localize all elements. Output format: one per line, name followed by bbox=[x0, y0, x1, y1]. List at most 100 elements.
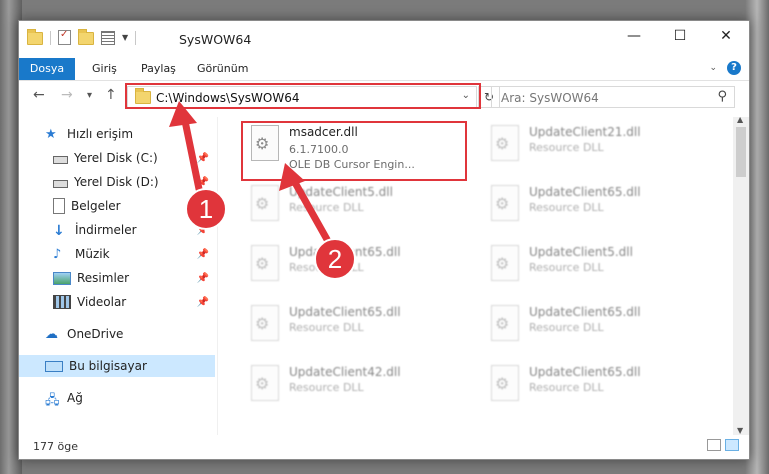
file-name: UpdateClient65.dll bbox=[529, 305, 641, 319]
dll-file-icon bbox=[491, 125, 519, 161]
vertical-scrollbar[interactable]: ▲ ▼ bbox=[733, 115, 749, 435]
pin-icon[interactable]: 📌 bbox=[197, 177, 209, 188]
file-item[interactable]: UpdateClient65.dll Resource DLL bbox=[485, 183, 685, 237]
file-item-highlighted[interactable]: msadcer.dll 6.1.7100.0 OLE DB Cursor Eng… bbox=[245, 123, 445, 177]
sidebar-item-label: Bu bilgisayar bbox=[69, 359, 147, 373]
pictures-icon bbox=[53, 271, 71, 285]
help-icon[interactable]: ? bbox=[727, 61, 741, 75]
video-icon bbox=[53, 295, 71, 309]
dll-file-icon bbox=[491, 245, 519, 281]
sidebar-item-label: İndirmeler bbox=[75, 223, 137, 237]
sidebar-item-label: OneDrive bbox=[67, 327, 124, 341]
pin-icon[interactable]: 📌 bbox=[197, 249, 209, 260]
dll-file-icon bbox=[251, 125, 279, 161]
recent-locations-button[interactable]: ▾ bbox=[87, 90, 92, 101]
pin-icon[interactable]: 📌 bbox=[197, 201, 209, 212]
sidebar-item-onedrive[interactable]: ☁ OneDrive bbox=[19, 323, 215, 345]
minimize-button[interactable]: — bbox=[611, 21, 657, 51]
divider bbox=[135, 30, 137, 45]
title-bar: ▼ SysWOW64 — ☐ ✕ bbox=[19, 21, 749, 58]
file-name: UpdateClient65.dll bbox=[529, 365, 641, 379]
divider bbox=[50, 30, 51, 45]
pin-icon[interactable]: 📌 bbox=[197, 225, 209, 236]
search-placeholder[interactable]: Ara: SysWOW64 bbox=[501, 91, 599, 105]
pin-icon[interactable]: 📌 bbox=[197, 297, 209, 308]
sidebar-item-documents[interactable]: Belgeler 📌 bbox=[19, 195, 215, 217]
tab-view[interactable]: Görünüm bbox=[197, 58, 248, 80]
dll-file-icon bbox=[251, 365, 279, 401]
back-button[interactable]: ← bbox=[33, 87, 45, 103]
sidebar-item-pictures[interactable]: Resimler 📌 bbox=[19, 267, 215, 289]
explorer-window: ▼ SysWOW64 — ☐ ✕ Dosya Giriş Paylaş Görü… bbox=[18, 20, 750, 460]
drive-icon bbox=[53, 180, 68, 188]
file-item[interactable]: UpdateClient5.dll Resource DLL bbox=[245, 183, 445, 237]
scrollbar-thumb[interactable] bbox=[736, 127, 746, 177]
ribbon-tabs: Dosya Giriş Paylaş Görünüm ⌄ ? bbox=[19, 58, 749, 81]
download-icon: ↓ bbox=[53, 223, 65, 239]
forward-button[interactable]: → bbox=[61, 87, 73, 103]
file-type: Resource DLL bbox=[289, 381, 364, 394]
file-item[interactable]: UpdateClient42.dll Resource DLL bbox=[245, 363, 445, 417]
sidebar-item-network[interactable]: 🖧 Ağ bbox=[19, 387, 215, 409]
maximize-button[interactable]: ☐ bbox=[657, 21, 703, 51]
sidebar-item-drive-d[interactable]: Yerel Disk (D:) 📌 bbox=[19, 171, 215, 193]
file-type: Resource DLL bbox=[529, 201, 604, 214]
sidebar-item-drive-c[interactable]: Yerel Disk (C:) 📌 bbox=[19, 147, 215, 169]
file-name: UpdateClient65.dll bbox=[529, 185, 641, 199]
dll-file-icon bbox=[251, 245, 279, 281]
new-folder-icon[interactable] bbox=[78, 29, 94, 45]
file-type: Resource DLL bbox=[289, 261, 364, 274]
tiles-view-icon[interactable] bbox=[725, 439, 739, 451]
file-name: msadcer.dll bbox=[289, 125, 358, 139]
sidebar-item-downloads[interactable]: ↓ İndirmeler 📌 bbox=[19, 219, 215, 241]
star-icon: ★ bbox=[45, 127, 57, 142]
properties-icon[interactable] bbox=[101, 30, 115, 45]
file-name: UpdateClient5.dll bbox=[529, 245, 633, 259]
up-button[interactable]: ↑ bbox=[105, 87, 117, 103]
details-view-icon[interactable] bbox=[707, 439, 721, 451]
file-version: 6.1.7100.0 bbox=[289, 143, 349, 156]
file-item[interactable]: UpdateClient65.dll Resource DLL bbox=[485, 363, 685, 417]
computer-icon bbox=[45, 361, 63, 372]
dll-file-icon bbox=[491, 185, 519, 221]
navigation-pane: ★ Hızlı erişim Yerel Disk (C:) 📌 Yerel D… bbox=[19, 117, 215, 435]
pin-icon[interactable]: 📌 bbox=[197, 153, 209, 164]
file-item[interactable]: UpdateClient65.dll Resource DLL bbox=[485, 303, 685, 357]
file-name: UpdateClient65.dll bbox=[289, 305, 401, 319]
search-box[interactable]: Ara: SysWOW64 ⚲ bbox=[491, 86, 735, 108]
pin-icon[interactable]: 📌 bbox=[197, 273, 209, 284]
file-item[interactable]: UpdateClient65.dll Resource DLL bbox=[245, 243, 445, 297]
close-button[interactable]: ✕ bbox=[703, 21, 749, 51]
sidebar-item-label: Hızlı erişim bbox=[67, 127, 134, 141]
tab-file[interactable]: Dosya bbox=[19, 58, 75, 80]
tab-home[interactable]: Giriş bbox=[92, 58, 117, 80]
file-name: UpdateClient5.dll bbox=[289, 185, 393, 199]
scroll-down-icon[interactable]: ▼ bbox=[737, 426, 743, 435]
folder-icon bbox=[27, 29, 43, 45]
sidebar-item-label: Videolar bbox=[77, 295, 127, 309]
sidebar-item-quick-access[interactable]: ★ Hızlı erişim bbox=[19, 123, 215, 145]
scroll-up-icon[interactable]: ▲ bbox=[737, 115, 743, 124]
item-count: 177 öge bbox=[33, 440, 78, 453]
sidebar-item-music[interactable]: ♪ Müzik 📌 bbox=[19, 243, 215, 265]
sidebar-item-label: Yerel Disk (D:) bbox=[74, 175, 159, 189]
sidebar-item-this-pc[interactable]: Bu bilgisayar bbox=[19, 355, 215, 377]
cloud-icon: ☁ bbox=[45, 327, 58, 342]
properties-check-icon[interactable] bbox=[58, 29, 71, 45]
expand-ribbon-chevron-icon[interactable]: ⌄ bbox=[709, 63, 717, 73]
file-list: msadcer.dll 6.1.7100.0 OLE DB Cursor Eng… bbox=[223, 117, 733, 435]
search-icon[interactable]: ⚲ bbox=[717, 89, 727, 104]
dll-file-icon bbox=[491, 365, 519, 401]
tab-share[interactable]: Paylaş bbox=[141, 58, 176, 80]
sidebar-item-label: Müzik bbox=[75, 247, 110, 261]
customize-toolbar-chevron-icon[interactable]: ▼ bbox=[122, 33, 128, 42]
file-item[interactable]: UpdateClient5.dll Resource DLL bbox=[485, 243, 685, 297]
dll-file-icon bbox=[491, 305, 519, 341]
file-item[interactable]: UpdateClient65.dll Resource DLL bbox=[245, 303, 445, 357]
drive-icon bbox=[53, 156, 68, 164]
file-item[interactable]: UpdateClient21.dll Resource DLL bbox=[485, 123, 685, 177]
window-controls: — ☐ ✕ bbox=[611, 21, 749, 51]
sidebar-item-videos[interactable]: Videolar 📌 bbox=[19, 291, 215, 313]
file-name: UpdateClient21.dll bbox=[529, 125, 641, 139]
file-description: OLE DB Cursor Engin... bbox=[289, 158, 415, 171]
